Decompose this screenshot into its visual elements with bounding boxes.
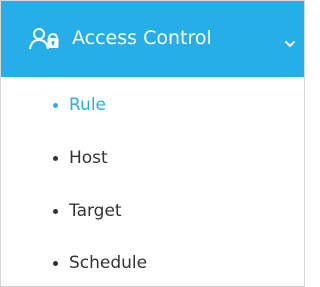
submenu-item-rule[interactable]: Rule — [1, 88, 304, 122]
submenu-item-label: Rule — [69, 95, 107, 115]
access-control-menu: Access Control Rule Host Target Schedule — [0, 0, 305, 287]
menu-title: Access Control — [72, 27, 212, 49]
users-icon — [29, 27, 61, 51]
submenu-item-target[interactable]: Target — [1, 194, 304, 228]
submenu-item-host[interactable]: Host — [1, 141, 304, 175]
access-control-header[interactable]: Access Control — [1, 1, 304, 77]
submenu-item-label: Host — [69, 148, 108, 168]
submenu-item-label: Schedule — [69, 253, 148, 273]
bullet-icon — [53, 261, 58, 266]
chevron-down-icon[interactable] — [284, 34, 296, 47]
bullet-icon — [53, 103, 58, 108]
bullet-icon — [53, 209, 58, 214]
submenu-item-schedule[interactable]: Schedule — [1, 246, 304, 280]
submenu-item-label: Target — [69, 201, 122, 221]
bullet-icon — [53, 156, 58, 161]
